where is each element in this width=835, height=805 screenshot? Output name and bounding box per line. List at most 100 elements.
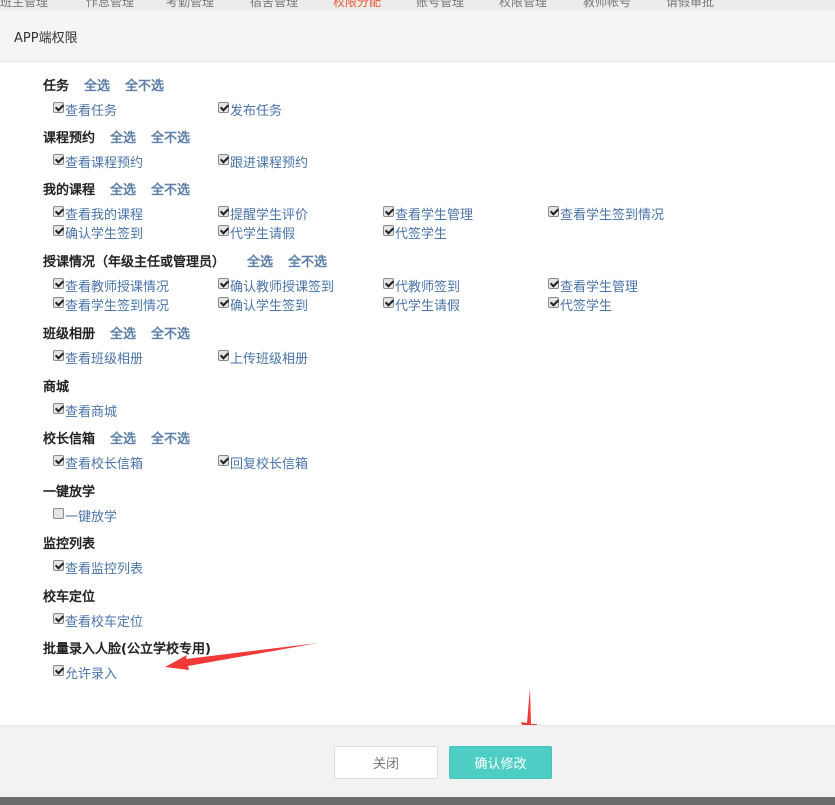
select-none-link[interactable]: 全不选 (125, 75, 164, 94)
checkbox[interactable] (218, 206, 229, 217)
checkbox[interactable] (218, 278, 229, 289)
nav-tab-8[interactable]: 请假审批 (666, 0, 714, 10)
nav-tab-5[interactable]: 账号管理 (416, 0, 464, 10)
perm-label: 查看校车定位 (65, 615, 144, 630)
nav-tab-2[interactable]: 考勤管理 (166, 0, 214, 10)
perm-label: 发布任务 (230, 104, 283, 119)
perm-item[interactable]: 查看我的课程 (53, 204, 143, 223)
nav-tab-7[interactable]: 教师帐号 (583, 0, 631, 10)
perm-item[interactable]: 确认学生签到 (218, 295, 308, 314)
select-all-link[interactable]: 全选 (110, 323, 136, 342)
perm-label: 查看校长信箱 (65, 457, 144, 472)
perm-label: 允许录入 (65, 667, 118, 682)
checkbox[interactable] (53, 455, 64, 466)
nav-tab-6[interactable]: 权限管理 (499, 0, 547, 10)
modal-header: APP端权限 (0, 10, 835, 62)
checkbox[interactable] (218, 350, 229, 361)
checkbox[interactable] (218, 455, 229, 466)
nav-tab-0[interactable]: 班主管理 (0, 0, 48, 10)
perm-item[interactable]: 一键放学 (53, 506, 117, 525)
section-task: 任务 全选 全不选 查看任务 发布任务 (43, 74, 282, 120)
checkbox[interactable] (53, 225, 64, 236)
select-none-link[interactable]: 全不选 (151, 323, 190, 342)
checkbox[interactable] (53, 403, 64, 414)
perm-label: 查看学生管理 (560, 280, 639, 295)
perm-view-task[interactable]: 查看任务 (53, 100, 117, 119)
perm-label: 查看我的课程 (65, 208, 144, 223)
perm-label: 一键放学 (65, 510, 118, 525)
checkbox[interactable] (548, 206, 559, 217)
perm-label: 查看教师授课情况 (65, 280, 170, 295)
perm-label: 查看任务 (65, 104, 118, 119)
checkbox[interactable] (53, 613, 64, 624)
perm-item[interactable]: 查看学生签到情况 (548, 204, 664, 223)
nav-tab-3[interactable]: 宿舍管理 (250, 0, 298, 10)
perm-item[interactable]: 上传班级相册 (218, 348, 308, 367)
section-title: 课程预约 (43, 130, 96, 146)
select-all-link[interactable]: 全选 (84, 75, 110, 94)
perm-label: 查看监控列表 (65, 562, 144, 577)
perm-item[interactable]: 查看商城 (53, 401, 117, 420)
perm-view-course-booking[interactable]: 查看课程预约 (53, 152, 143, 171)
select-all-link[interactable]: 全选 (110, 179, 136, 198)
checkbox[interactable] (53, 206, 64, 217)
select-all-link[interactable]: 全选 (110, 428, 136, 447)
section-title: 商城 (43, 379, 70, 395)
perm-item[interactable]: 回复校长信箱 (218, 453, 308, 472)
confirm-button[interactable]: 确认修改 (449, 746, 552, 779)
perm-item[interactable]: 提醒学生评价 (218, 204, 308, 223)
checkbox[interactable] (383, 297, 394, 308)
checkbox[interactable] (53, 297, 64, 308)
perm-item[interactable]: 查看学生管理 (548, 276, 638, 295)
perm-item[interactable]: 代签学生 (383, 223, 447, 242)
checkbox[interactable] (53, 350, 64, 361)
close-button[interactable]: 关闭 (334, 746, 438, 779)
checkbox[interactable] (383, 206, 394, 217)
perm-item[interactable]: 代签学生 (548, 295, 612, 314)
select-all-link[interactable]: 全选 (247, 251, 273, 270)
select-none-link[interactable]: 全不选 (151, 428, 190, 447)
checkbox[interactable] (383, 278, 394, 289)
select-all-link[interactable]: 全选 (110, 127, 136, 146)
checkbox[interactable] (218, 102, 229, 113)
perm-publish-task[interactable]: 发布任务 (218, 100, 282, 119)
section-title: 授课情况（年级主任或管理员） (43, 254, 226, 270)
checkbox[interactable] (218, 154, 229, 165)
checkbox[interactable] (548, 297, 559, 308)
nav-tab-4[interactable]: 权限分配 (333, 0, 381, 10)
checkbox[interactable] (53, 102, 64, 113)
checkbox[interactable] (218, 297, 229, 308)
perm-item[interactable]: 代教师签到 (383, 276, 460, 295)
perm-item[interactable]: 查看校长信箱 (53, 453, 143, 472)
select-none-link[interactable]: 全不选 (151, 179, 190, 198)
perm-label: 代签学生 (560, 299, 613, 314)
checkbox[interactable] (218, 225, 229, 236)
checkbox[interactable] (53, 154, 64, 165)
perm-item[interactable]: 确认学生签到 (53, 223, 143, 242)
perm-item[interactable]: 代学生请假 (383, 295, 460, 314)
perm-item[interactable]: 查看监控列表 (53, 558, 143, 577)
perm-item[interactable]: 代学生请假 (218, 223, 295, 242)
section-principal-mailbox: 校长信箱 全选 全不选 查看校长信箱 回复校长信箱 (43, 427, 308, 473)
perm-item[interactable]: 确认教师授课签到 (218, 276, 334, 295)
perm-item[interactable]: 查看校车定位 (53, 611, 143, 630)
perm-item[interactable]: 查看教师授课情况 (53, 276, 169, 295)
section-bus-location: 校车定位 查看校车定位 (43, 585, 143, 631)
checkbox[interactable] (53, 508, 64, 519)
checkbox[interactable] (53, 278, 64, 289)
perm-item[interactable]: 查看学生管理 (383, 204, 473, 223)
perm-allow-import[interactable]: 允许录入 (53, 663, 117, 682)
perm-follow-course-booking[interactable]: 跟进课程预约 (218, 152, 308, 171)
checkbox[interactable] (53, 665, 64, 676)
perm-item[interactable]: 查看班级相册 (53, 348, 143, 367)
perm-item[interactable]: 查看学生签到情况 (53, 295, 169, 314)
select-none-link[interactable]: 全不选 (151, 127, 190, 146)
select-none-link[interactable]: 全不选 (288, 251, 327, 270)
checkbox[interactable] (548, 278, 559, 289)
nav-tab-1[interactable]: 作息管理 (86, 0, 134, 10)
section-title: 一键放学 (43, 484, 96, 500)
perm-label: 查看商城 (65, 405, 118, 420)
checkbox[interactable] (383, 225, 394, 236)
checkbox[interactable] (53, 560, 64, 571)
section-face-import: 批量录入人脸(公立学校专用) 允许录入 (43, 637, 211, 683)
